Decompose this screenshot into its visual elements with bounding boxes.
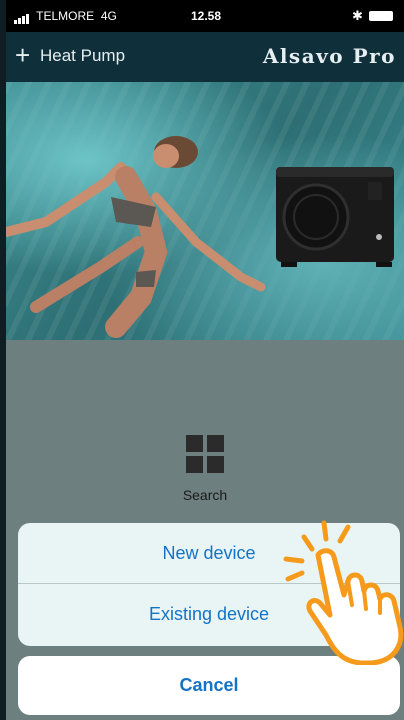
swimmer-illustration <box>6 136 266 338</box>
search-label[interactable]: Search <box>6 487 404 503</box>
bluetooth-icon: ✱ <box>352 8 363 23</box>
new-device-button[interactable]: New device <box>18 523 400 584</box>
signal-icon <box>14 10 30 24</box>
status-bar: TELMORE 4G 12.58 ✱ <box>6 0 404 32</box>
carrier-name: TELMORE <box>36 9 95 23</box>
action-sheet: New device Existing device <box>18 523 400 646</box>
app-screen: TELMORE 4G 12.58 ✱ + Heat Pump Alsavo Pr… <box>6 0 404 720</box>
heat-pump-unit <box>276 167 394 267</box>
grid-icon[interactable] <box>186 435 224 473</box>
battery-icon <box>369 11 393 21</box>
carrier-info: TELMORE 4G <box>14 9 117 24</box>
network-type: 4G <box>100 9 117 23</box>
brand-logo: Alsavo Pro <box>262 44 396 68</box>
plus-icon[interactable]: + <box>15 40 30 70</box>
existing-device-button[interactable]: Existing device <box>18 584 400 645</box>
nav-title[interactable]: Heat Pump <box>40 46 125 66</box>
cancel-button[interactable]: Cancel <box>18 656 400 715</box>
status-time: 12.58 <box>191 9 222 23</box>
nav-bar: + Heat Pump Alsavo Pro <box>6 32 404 82</box>
hero-image <box>6 82 404 340</box>
